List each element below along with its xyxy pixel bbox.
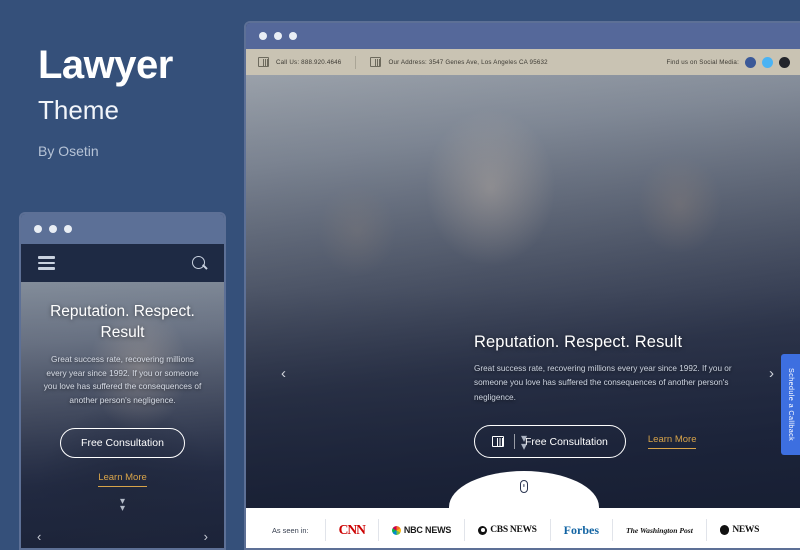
page-subtitle: Theme <box>38 95 119 125</box>
cbs-eye-icon <box>478 525 488 535</box>
washington-post-logo[interactable]: The Washington Post <box>613 526 706 535</box>
window-dot-close[interactable] <box>34 225 42 233</box>
desktop-window-titlebar <box>246 23 800 49</box>
mobile-hero: Reputation. Respect. Result Great succes… <box>21 282 224 548</box>
chevron-double-down-icon[interactable]: ▾ ▾ <box>246 432 800 451</box>
page-title: Lawyer <box>38 43 173 87</box>
window-dot-minimize[interactable] <box>274 32 282 40</box>
chevron-double-down-icon[interactable]: ▾ ▾ <box>35 496 210 513</box>
topbar-phone[interactable]: Call Us: 888.920.4646 <box>258 57 355 67</box>
schedule-callback-tab[interactable]: Schedule a Callback <box>781 354 800 455</box>
search-icon[interactable] <box>192 255 207 271</box>
screenshot-root: Lawyer Theme By Osetin Reputation. Respe… <box>0 0 800 550</box>
nbc-peacock-icon <box>391 525 401 535</box>
nbc-news-label: NBC NEWS <box>403 525 452 535</box>
slider-prev-arrow[interactable]: ‹ <box>281 365 286 382</box>
author-byline: By Osetin <box>38 142 99 159</box>
window-dot-maximize[interactable] <box>64 225 72 233</box>
abc-news-label: NEWS <box>732 525 760 535</box>
topbar-phone-text: Call Us: 888.920.4646 <box>276 58 342 66</box>
mobile-window-titlebar <box>21 214 224 244</box>
nbc-news-logo[interactable]: NBC NEWS <box>379 525 464 535</box>
cbs-news-logo[interactable]: CBS NEWS <box>465 525 549 535</box>
mobile-navbar <box>21 244 224 282</box>
cbs-news-label: CBS NEWS <box>490 525 537 535</box>
mobile-hero-heading: Reputation. Respect. Result <box>50 303 195 341</box>
scroll-indicator[interactable] <box>449 471 599 508</box>
topbar-address[interactable]: Our Address: 3547 Genes Ave, Los Angeles… <box>370 57 561 67</box>
mobile-slider-next-arrow[interactable]: › <box>204 529 208 544</box>
topbar-address-text: Our Address: 3547 Genes Ave, Los Angeles… <box>388 58 548 66</box>
hamburger-icon[interactable] <box>38 256 55 270</box>
cnn-logo[interactable]: CNN <box>326 522 378 538</box>
mobile-free-consultation-button[interactable]: Free Consultation <box>60 427 185 458</box>
hero-heading: Reputation. Respect. Result <box>474 333 683 351</box>
window-dot-close[interactable] <box>259 32 267 40</box>
site-topbar: Call Us: 888.920.4646 Our Address: 3547 … <box>246 49 800 75</box>
mobile-learn-more-link[interactable]: Learn More <box>98 472 147 487</box>
phone-book-icon <box>258 57 269 67</box>
abc-news-logo[interactable]: NEWS <box>707 525 772 535</box>
mobile-hero-paragraph: Great success rate, recovering millions … <box>43 353 202 405</box>
social-label: Find us on Social Media: <box>666 58 739 66</box>
instagram-icon[interactable] <box>779 56 790 68</box>
hero-paragraph: Great success rate, recovering millions … <box>474 364 732 402</box>
topbar-social: Find us on Social Media: <box>666 56 790 68</box>
window-dot-minimize[interactable] <box>49 225 57 233</box>
twitter-icon[interactable] <box>762 56 773 68</box>
schedule-callback-label: Schedule a Callback <box>787 367 796 442</box>
as-seen-in-label: As seen in: <box>272 525 309 535</box>
desktop-preview-window: Call Us: 888.920.4646 Our Address: 3547 … <box>244 21 800 550</box>
topbar-divider <box>355 55 357 69</box>
mobile-slider-prev-arrow[interactable]: ‹ <box>37 529 41 544</box>
mobile-preview-window: Reputation. Respect. Result Great succes… <box>19 212 226 550</box>
promo-block: Lawyer Theme By Osetin <box>38 44 238 159</box>
facebook-icon[interactable] <box>745 56 756 68</box>
slider-next-arrow[interactable]: › <box>769 365 774 382</box>
abc-logo-icon <box>719 525 730 535</box>
mouse-scroll-icon <box>520 480 528 493</box>
map-icon <box>370 57 382 67</box>
forbes-logo[interactable]: Forbes <box>551 523 612 538</box>
press-logos-bar: As seen in: CNN NBC NEWS CBS NEWS Forbes… <box>246 508 800 548</box>
window-dot-maximize[interactable] <box>289 32 297 40</box>
desktop-hero: Reputation. Respect. Result Great succes… <box>246 75 800 508</box>
